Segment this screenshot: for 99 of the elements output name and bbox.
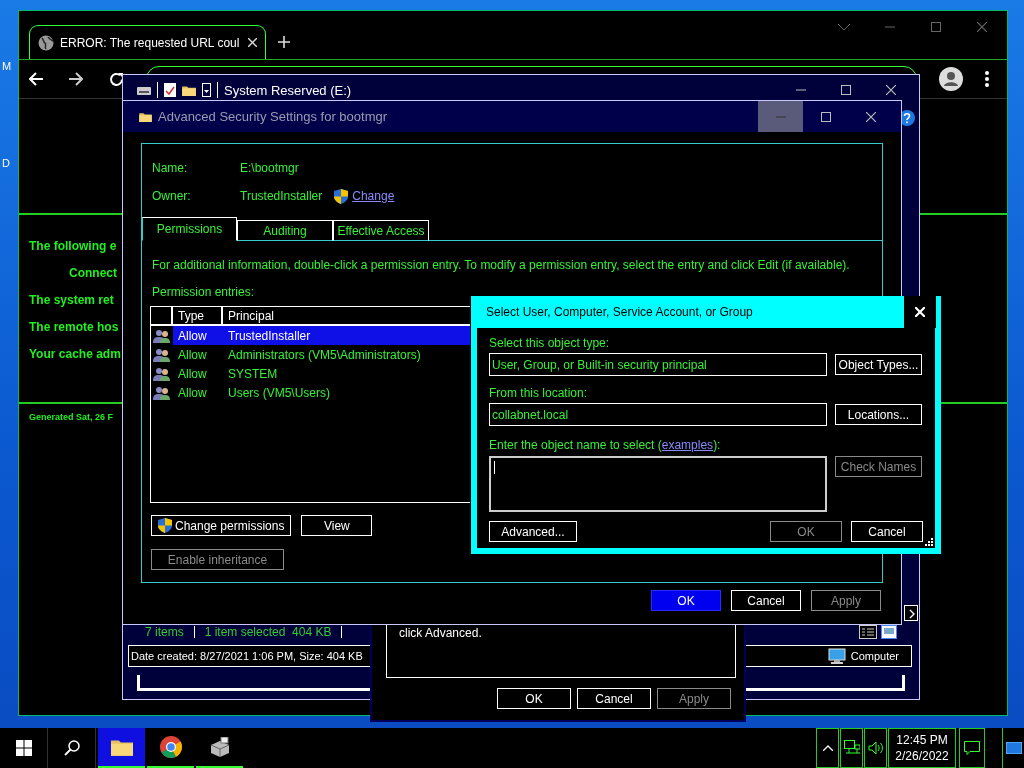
monitor-icon xyxy=(1005,742,1022,754)
tab[interactable]: Permissions xyxy=(142,217,237,241)
tray-button[interactable] xyxy=(816,728,839,768)
users-icon xyxy=(153,366,171,381)
field-label: Enter the object name to select (examples): xyxy=(489,438,721,452)
profile-icon[interactable] xyxy=(939,67,963,91)
notification-button[interactable] xyxy=(959,728,985,768)
text-caret xyxy=(494,461,495,474)
permission-entry[interactable]: Allow TrustedInstaller xyxy=(173,326,470,345)
cancel-button[interactable]: Cancel xyxy=(731,590,801,611)
clock[interactable]: 12:45 PM 2/26/2022 xyxy=(888,728,956,768)
desktop-icon-label[interactable]: M xyxy=(2,60,12,72)
list-label: Permission entries: xyxy=(152,285,255,299)
setup-icon xyxy=(208,737,231,757)
taskbar-app[interactable] xyxy=(98,728,145,768)
input-field[interactable] xyxy=(489,456,827,512)
field-value: E:\bootmgr xyxy=(240,161,299,175)
menu-icon[interactable] xyxy=(985,71,989,87)
users-icon xyxy=(153,385,171,400)
maximize-icon[interactable] xyxy=(840,85,851,95)
resize-grip-icon[interactable] xyxy=(925,538,933,546)
field-label: Name: xyxy=(152,161,189,175)
properties-icon[interactable] xyxy=(164,83,176,97)
dialog-text: click Advanced. xyxy=(399,626,482,640)
cancel-button[interactable]: Cancel xyxy=(577,688,651,709)
tray-button[interactable] xyxy=(864,728,887,768)
browser-tab[interactable]: ERROR: The requested URL coul xyxy=(29,25,266,59)
field-label: From this location: xyxy=(489,386,588,400)
dialog-title: Select User, Computer, Service Account, or Group xyxy=(486,305,753,319)
close-icon xyxy=(915,307,925,317)
tray-button[interactable] xyxy=(840,728,863,768)
windows-logo-icon xyxy=(15,740,32,756)
volume-icon xyxy=(867,741,884,755)
page-text: The remote hos xyxy=(29,320,119,334)
back-icon[interactable] xyxy=(29,72,43,86)
field-value: TrustedInstaller xyxy=(240,189,323,203)
view-button[interactable]: View xyxy=(301,515,373,536)
status-text: 7 items xyxy=(145,625,184,639)
page-heading: Connect xyxy=(69,266,117,280)
details-view-icon[interactable] xyxy=(859,625,877,639)
minimize-icon[interactable] xyxy=(795,89,806,91)
folder-icon xyxy=(139,111,152,122)
field-label: Owner: xyxy=(152,189,192,203)
folder-icon xyxy=(182,84,196,96)
drive-icon xyxy=(137,85,151,95)
forward-icon[interactable] xyxy=(69,72,83,86)
shield-icon xyxy=(334,188,349,204)
tab[interactable]: Effective Access xyxy=(333,220,429,241)
window-title: System Reserved (E:) xyxy=(224,82,352,98)
maximize-icon[interactable] xyxy=(820,111,831,122)
info-text: For additional information, double-click a permission entry. To modify a permission entry, select the entry and click Edit (if available). xyxy=(152,258,850,272)
permission-entry[interactable]: Allow SYSTEM xyxy=(173,364,470,383)
chevron-down-icon[interactable] xyxy=(838,23,850,31)
tiles-view-icon[interactable] xyxy=(881,625,897,639)
browser-icon xyxy=(159,736,182,758)
input-field[interactable]: collabnet.local xyxy=(489,403,827,426)
speech-bubble-icon xyxy=(964,740,980,756)
page-footer: Generated Sat, 26 F xyxy=(29,412,114,422)
location-text: Computer xyxy=(850,650,899,662)
computer-icon xyxy=(827,648,846,664)
new-tab-icon[interactable] xyxy=(278,36,290,48)
globe-icon xyxy=(38,34,54,51)
examples-link[interactable]: examples xyxy=(661,438,714,452)
shield-icon xyxy=(158,518,172,533)
chevron-up-icon xyxy=(822,745,833,751)
details-text: Date created: 8/27/2021 1:06 PM, Size: 404 KB xyxy=(131,650,363,662)
dropdown-icon[interactable] xyxy=(202,83,211,97)
change-link[interactable]: Change xyxy=(352,189,395,203)
search-icon xyxy=(63,740,80,756)
column-header[interactable]: Principal xyxy=(223,307,470,324)
page-text: The following e xyxy=(29,239,117,253)
permission-entry[interactable]: Allow Administrators (VM5\Administrators) xyxy=(173,345,470,364)
locations-button[interactable]: Locations... xyxy=(835,404,922,425)
users-icon xyxy=(153,328,171,343)
input-field[interactable]: User, Group, or Built-in security principal xyxy=(489,353,827,376)
close-icon[interactable] xyxy=(885,85,896,95)
reload-icon[interactable] xyxy=(109,71,124,87)
object-types-button[interactable]: Object Types... xyxy=(835,354,922,375)
permission-entry[interactable]: Allow Users (VM5\Users) xyxy=(173,383,470,402)
window-title: Advanced Security Settings for bootmgr xyxy=(158,109,388,124)
users-icon xyxy=(153,347,171,362)
show-desktop-button[interactable] xyxy=(1002,728,1024,768)
chevron-right-icon[interactable] xyxy=(904,605,918,621)
page-text: Your cache adm xyxy=(29,347,121,361)
close-icon[interactable] xyxy=(865,111,876,122)
folder-icon xyxy=(110,738,133,756)
desktop-icon-label[interactable]: D xyxy=(2,157,10,169)
column-header[interactable]: Type xyxy=(173,307,223,324)
change-permissions-button[interactable]: Change permissions xyxy=(151,515,292,536)
field-label: Select this object type: xyxy=(489,336,610,350)
ok-button[interactable]: OK xyxy=(651,590,721,611)
page-text: The system ret xyxy=(29,293,114,307)
close-button[interactable] xyxy=(904,296,936,328)
ok-button[interactable]: OK xyxy=(497,688,571,709)
status-text: 1 item selected 404 KB xyxy=(204,625,332,639)
network-icon xyxy=(843,740,860,756)
cancel-button[interactable]: Cancel xyxy=(851,521,923,542)
tab[interactable]: Auditing xyxy=(237,220,333,241)
advanced-button[interactable]: Advanced... xyxy=(489,521,577,542)
